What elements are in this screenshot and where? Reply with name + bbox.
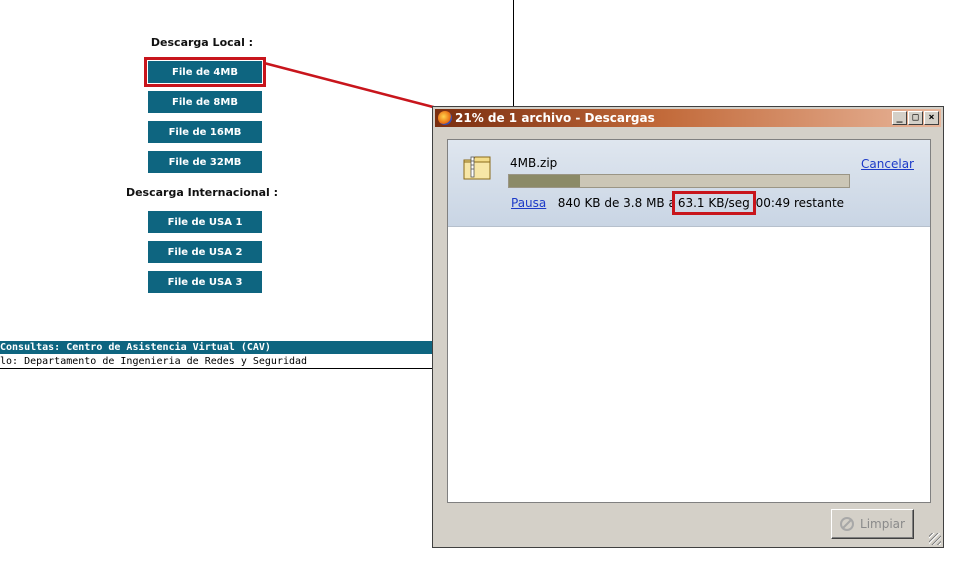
file-usa1-button[interactable]: File de USA 1 [148,211,262,233]
firefox-icon [438,111,452,125]
cancel-link[interactable]: Cancelar [861,157,914,171]
downloads-window: 21% de 1 archivo - Descargas _ □ × 4MB.z… [432,106,944,548]
download-item[interactable]: 4MB.zip Cancelar Pausa 840 KB de 3.8 MB … [448,140,930,227]
maximize-button[interactable]: □ [908,111,923,125]
download-status: Pausa 840 KB de 3.8 MB a 63.1 KB/seg 00:4… [511,191,845,215]
download-progress-fill [509,175,581,187]
download-speed: 63.1 KB/seg [671,191,756,215]
window-titlebar[interactable]: 21% de 1 archivo - Descargas _ □ × [435,109,941,127]
download-progress-bar [508,174,850,188]
resize-grip[interactable] [929,533,941,545]
download-amount: 840 KB de 3.8 MB a [557,196,676,210]
pause-link[interactable]: Pausa [511,196,546,210]
file-4mb-button[interactable]: File de 4MB [144,57,266,87]
file-8mb-button[interactable]: File de 8MB [148,91,262,113]
window-title: 21% de 1 archivo - Descargas [455,111,655,125]
zip-folder-icon [463,156,491,180]
file-32mb-button[interactable]: File de 32MB [148,151,262,173]
file-16mb-button[interactable]: File de 16MB [148,121,262,143]
file-usa3-button[interactable]: File de USA 3 [148,271,262,293]
window-controls: _ □ × [891,111,939,125]
international-download-title: Descarga Internacional : [125,186,279,199]
local-download-title: Descarga Local : [150,36,254,49]
file-usa2-button[interactable]: File de USA 2 [148,241,262,263]
footer-department: lo: Departamento de Ingenieria de Redes … [0,355,432,369]
clear-icon [840,517,855,531]
clear-button-label: Limpiar [860,517,905,531]
downloads-list: 4MB.zip Cancelar Pausa 840 KB de 3.8 MB … [447,139,931,503]
download-filename: 4MB.zip [510,156,558,170]
divider-line [513,0,514,108]
footer-contact-bar: Consultas: Centro de Asistencia Virtual … [0,341,432,354]
download-remaining: 00:49 restante [755,196,845,210]
clear-button[interactable]: Limpiar [831,509,914,539]
close-button[interactable]: × [924,111,939,125]
minimize-button[interactable]: _ [892,111,907,125]
